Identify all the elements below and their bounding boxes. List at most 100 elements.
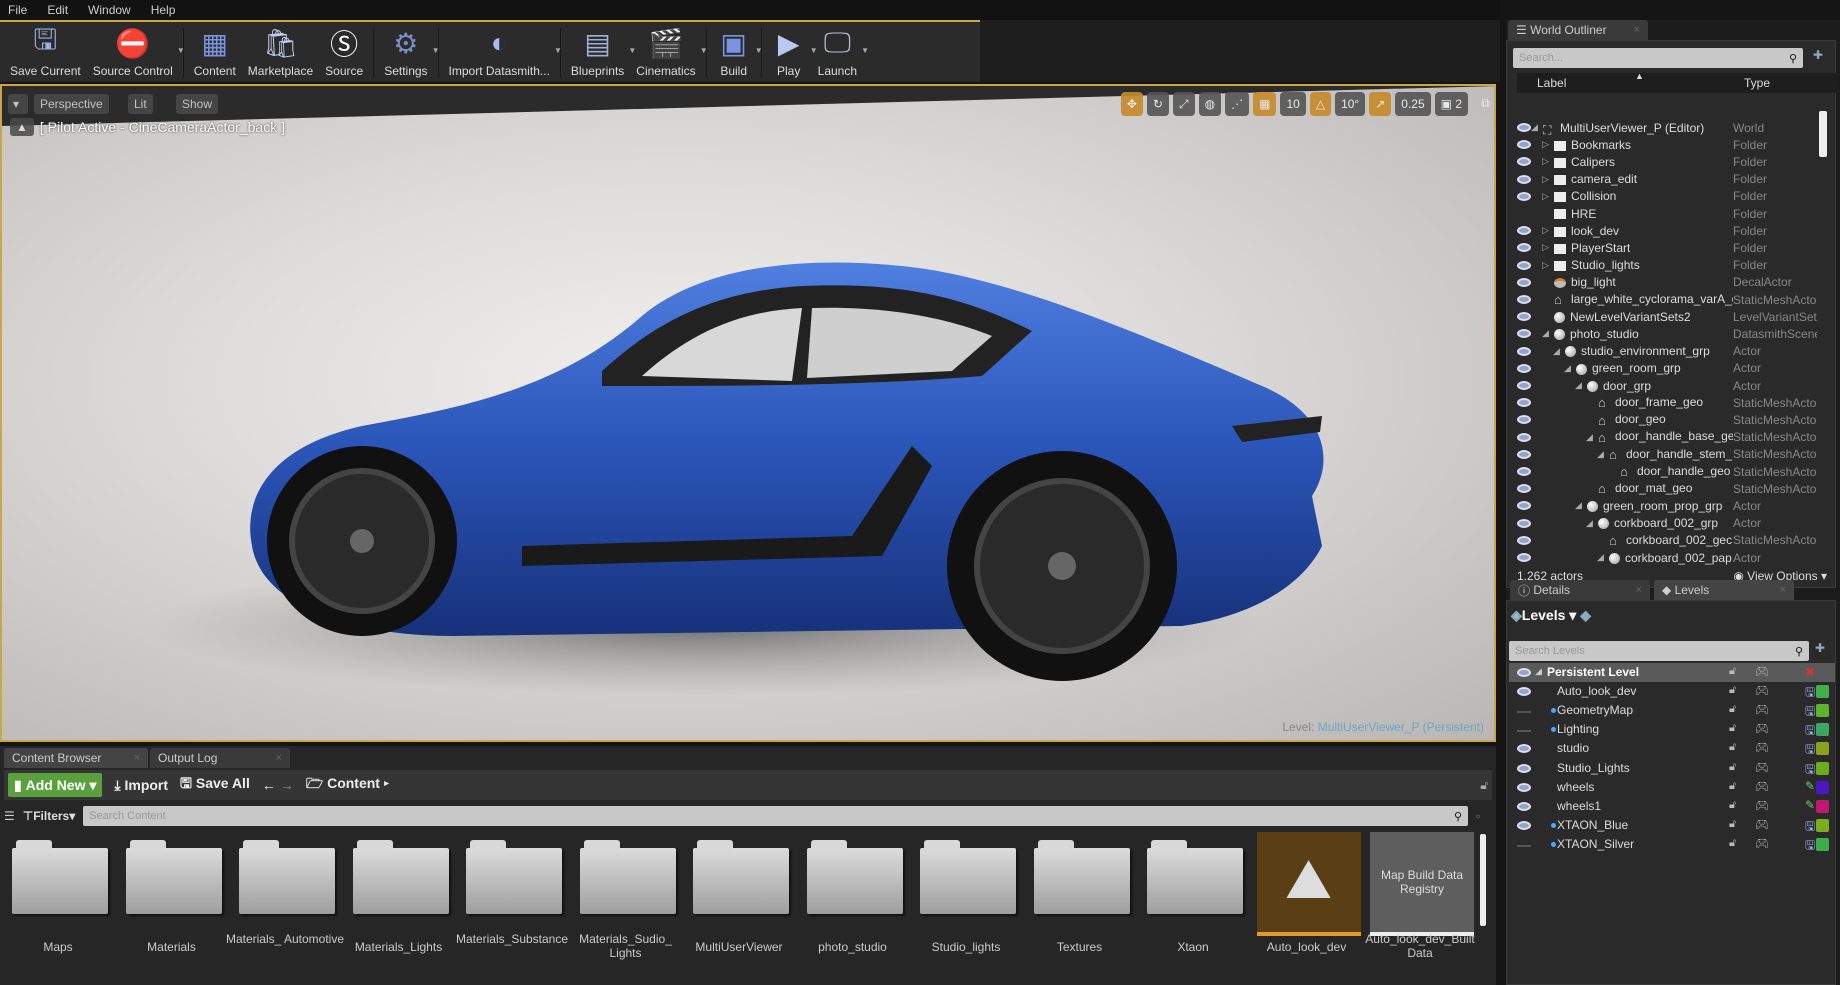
hidden-eye-icon[interactable] xyxy=(1517,730,1531,733)
eye-icon[interactable] xyxy=(1517,553,1531,562)
add-actor-icon[interactable]: ✚ xyxy=(1813,48,1823,62)
toolbar-build-button[interactable]: ▣ Build ▼ xyxy=(717,26,762,79)
close-icon[interactable]: × xyxy=(1636,584,1642,596)
rotation-snap-value[interactable]: 10° xyxy=(1335,92,1366,116)
save-search-icon[interactable]: ▫ xyxy=(1476,809,1492,823)
eye-icon[interactable] xyxy=(1517,295,1531,304)
rotate-tool-icon[interactable]: ↻ xyxy=(1146,92,1170,116)
eye-icon[interactable] xyxy=(1517,312,1531,322)
tab-details[interactable]: ⓘ Details × xyxy=(1510,580,1650,600)
expanded-arrow-icon[interactable]: ◢ xyxy=(1531,122,1538,133)
asset-folder[interactable]: Materials_Lights xyxy=(349,832,449,982)
collapsed-arrow-icon[interactable]: ▷ xyxy=(1542,225,1549,236)
camera-speed-button[interactable]: ▣ 2 xyxy=(1434,92,1468,116)
eye-icon[interactable] xyxy=(1517,782,1531,792)
pencil-icon[interactable]: ✎ xyxy=(1805,779,1815,793)
search-levels-input[interactable]: Search Levels ⚲ xyxy=(1509,641,1809,661)
chevron-down-icon[interactable]: ▼ xyxy=(628,46,636,55)
menu-edit[interactable]: Edit xyxy=(47,3,68,17)
lit-button[interactable]: Lit xyxy=(128,94,153,114)
grid-snap-value[interactable]: 10 xyxy=(1280,92,1306,116)
asset-folder[interactable]: Textures xyxy=(1030,832,1130,982)
outliner-row[interactable]: big_light DecalActor xyxy=(1507,274,1827,291)
level-color-swatch[interactable] xyxy=(1816,837,1829,851)
toolbar-save-current-button[interactable]: 🖫 Save Current xyxy=(10,24,81,78)
outliner-row[interactable]: ◢ studio_environment_grp Actor xyxy=(1507,343,1827,360)
chevron-down-icon[interactable]: ▼ xyxy=(700,46,708,55)
show-button[interactable]: Show xyxy=(176,94,219,114)
eye-icon[interactable] xyxy=(1517,820,1531,830)
level-color-swatch[interactable] xyxy=(1816,704,1829,718)
eye-icon[interactable] xyxy=(1517,687,1531,697)
close-icon[interactable]: × xyxy=(1780,584,1786,596)
gamepad-icon[interactable]: 🎮︎ xyxy=(1755,665,1769,678)
asset-folder[interactable]: Materials_ Automotive xyxy=(226,832,344,982)
tab-content-browser[interactable]: Content Browser × xyxy=(4,748,148,768)
asset-folder[interactable]: Studio_lights xyxy=(916,832,1016,982)
menu-window[interactable]: Window xyxy=(88,3,131,17)
lock-icon[interactable]: 🔓︎ xyxy=(1729,722,1736,735)
level-row[interactable]: Lighting 🔓︎ 🎮︎ 🖫 xyxy=(1509,720,1835,739)
collapsed-arrow-icon[interactable]: ▷ xyxy=(1542,260,1549,271)
gamepad-icon[interactable]: 🎮︎ xyxy=(1755,780,1769,793)
eye-icon[interactable] xyxy=(1517,801,1531,811)
asset-level[interactable]: ⛰ Auto_look_dev xyxy=(1256,832,1361,982)
eye-icon[interactable] xyxy=(1517,191,1531,201)
gamepad-icon[interactable]: 🎮︎ xyxy=(1755,818,1769,831)
toolbar-settings-button[interactable]: ⚙ Settings ▼ xyxy=(384,26,439,79)
translate-tool-icon[interactable]: ✥ xyxy=(1120,92,1143,116)
import-button[interactable]: ⤓ Import xyxy=(114,777,168,794)
asset-folder[interactable]: Materials_Sudio_ Lights xyxy=(576,832,676,982)
eye-icon[interactable] xyxy=(1517,744,1531,754)
expanded-arrow-icon[interactable]: ◢ xyxy=(1586,518,1593,529)
eye-icon[interactable] xyxy=(1517,123,1531,132)
outliner-row[interactable]: ◢ green_room_grp Actor xyxy=(1507,360,1827,377)
menu-file[interactable]: File xyxy=(8,3,27,17)
close-icon[interactable]: × xyxy=(134,752,140,764)
expanded-arrow-icon[interactable]: ◢ xyxy=(1564,363,1571,374)
pencil-icon[interactable]: ✎ xyxy=(1805,798,1815,812)
outliner-row[interactable]: ◢ ⌂ door_handle_base_ge StaticMeshActor xyxy=(1507,429,1827,446)
outliner-row[interactable]: ◢ door_grp Actor xyxy=(1507,377,1827,394)
expanded-arrow-icon[interactable]: ◢ xyxy=(1542,328,1549,339)
outliner-row[interactable]: ◢ ⛶ MultiUserViewer_P (Editor) World xyxy=(1507,119,1827,136)
eye-icon[interactable] xyxy=(1517,243,1531,253)
outliner-row[interactable]: ▷ camera_edit Folder xyxy=(1507,171,1827,188)
toolbar-marketplace-button[interactable]: 🛍 Marketplace xyxy=(248,26,313,79)
sources-toggle-icon[interactable]: ☰ xyxy=(4,809,15,823)
toolbar-launch-button[interactable]: 🖵 Launch ▼ xyxy=(818,26,869,79)
expanded-arrow-icon[interactable]: ◢ xyxy=(1597,449,1604,460)
outliner-row[interactable]: ⌂ door_frame_geo StaticMeshActor xyxy=(1507,394,1827,411)
toolbar-play-button[interactable]: ▶ Play ▼ xyxy=(772,26,818,79)
close-icon[interactable]: × xyxy=(276,752,282,764)
level-row[interactable]: studio 🔓︎ 🎮︎ 🖫 xyxy=(1509,739,1835,758)
lock-icon[interactable]: 🔓︎ xyxy=(1729,837,1736,850)
outliner-row[interactable]: ◢ ⌂ door_handle_stem_ StaticMeshActor xyxy=(1507,446,1827,463)
eject-pilot-icon[interactable]: ▲ xyxy=(10,118,34,136)
eye-icon[interactable] xyxy=(1517,381,1531,390)
hidden-eye-icon[interactable] xyxy=(1517,711,1531,714)
save-all-button[interactable]: 🖫 Save All xyxy=(180,773,250,797)
remove-icon[interactable]: ✖ xyxy=(1805,665,1815,679)
rotation-snap-icon[interactable]: △ xyxy=(1309,92,1332,116)
eye-icon[interactable] xyxy=(1517,763,1531,773)
maximize-viewport-icon[interactable]: ⧉ xyxy=(1481,96,1490,111)
lock-icon[interactable]: 🔓︎ xyxy=(1729,703,1736,716)
close-icon[interactable]: × xyxy=(1634,24,1640,36)
save-icon[interactable]: 🖫 xyxy=(1805,836,1815,857)
expanded-arrow-icon[interactable]: ◢ xyxy=(1597,552,1604,563)
column-type[interactable]: Type xyxy=(1744,76,1770,90)
gamepad-icon[interactable]: 🎮︎ xyxy=(1755,799,1769,812)
eye-icon[interactable] xyxy=(1517,668,1531,677)
tab-levels[interactable]: ◆ Levels × xyxy=(1654,580,1794,600)
gamepad-icon[interactable]: 🎮︎ xyxy=(1755,684,1769,697)
level-row[interactable]: GeometryMap 🔓︎ 🎮︎ 🖫 xyxy=(1509,701,1835,720)
asset-folder[interactable]: Xtaon xyxy=(1143,832,1243,982)
column-label[interactable]: Label xyxy=(1537,76,1566,90)
collapsed-arrow-icon[interactable]: ▷ xyxy=(1542,174,1549,185)
lock-icon[interactable]: 🔓︎ xyxy=(1729,761,1736,774)
eye-icon[interactable] xyxy=(1517,329,1531,339)
level-color-swatch[interactable] xyxy=(1816,742,1829,756)
asset-folder[interactable]: Materials xyxy=(122,832,222,982)
toolbar-cinematics-button[interactable]: 🎬 Cinematics ▼ xyxy=(636,26,707,79)
